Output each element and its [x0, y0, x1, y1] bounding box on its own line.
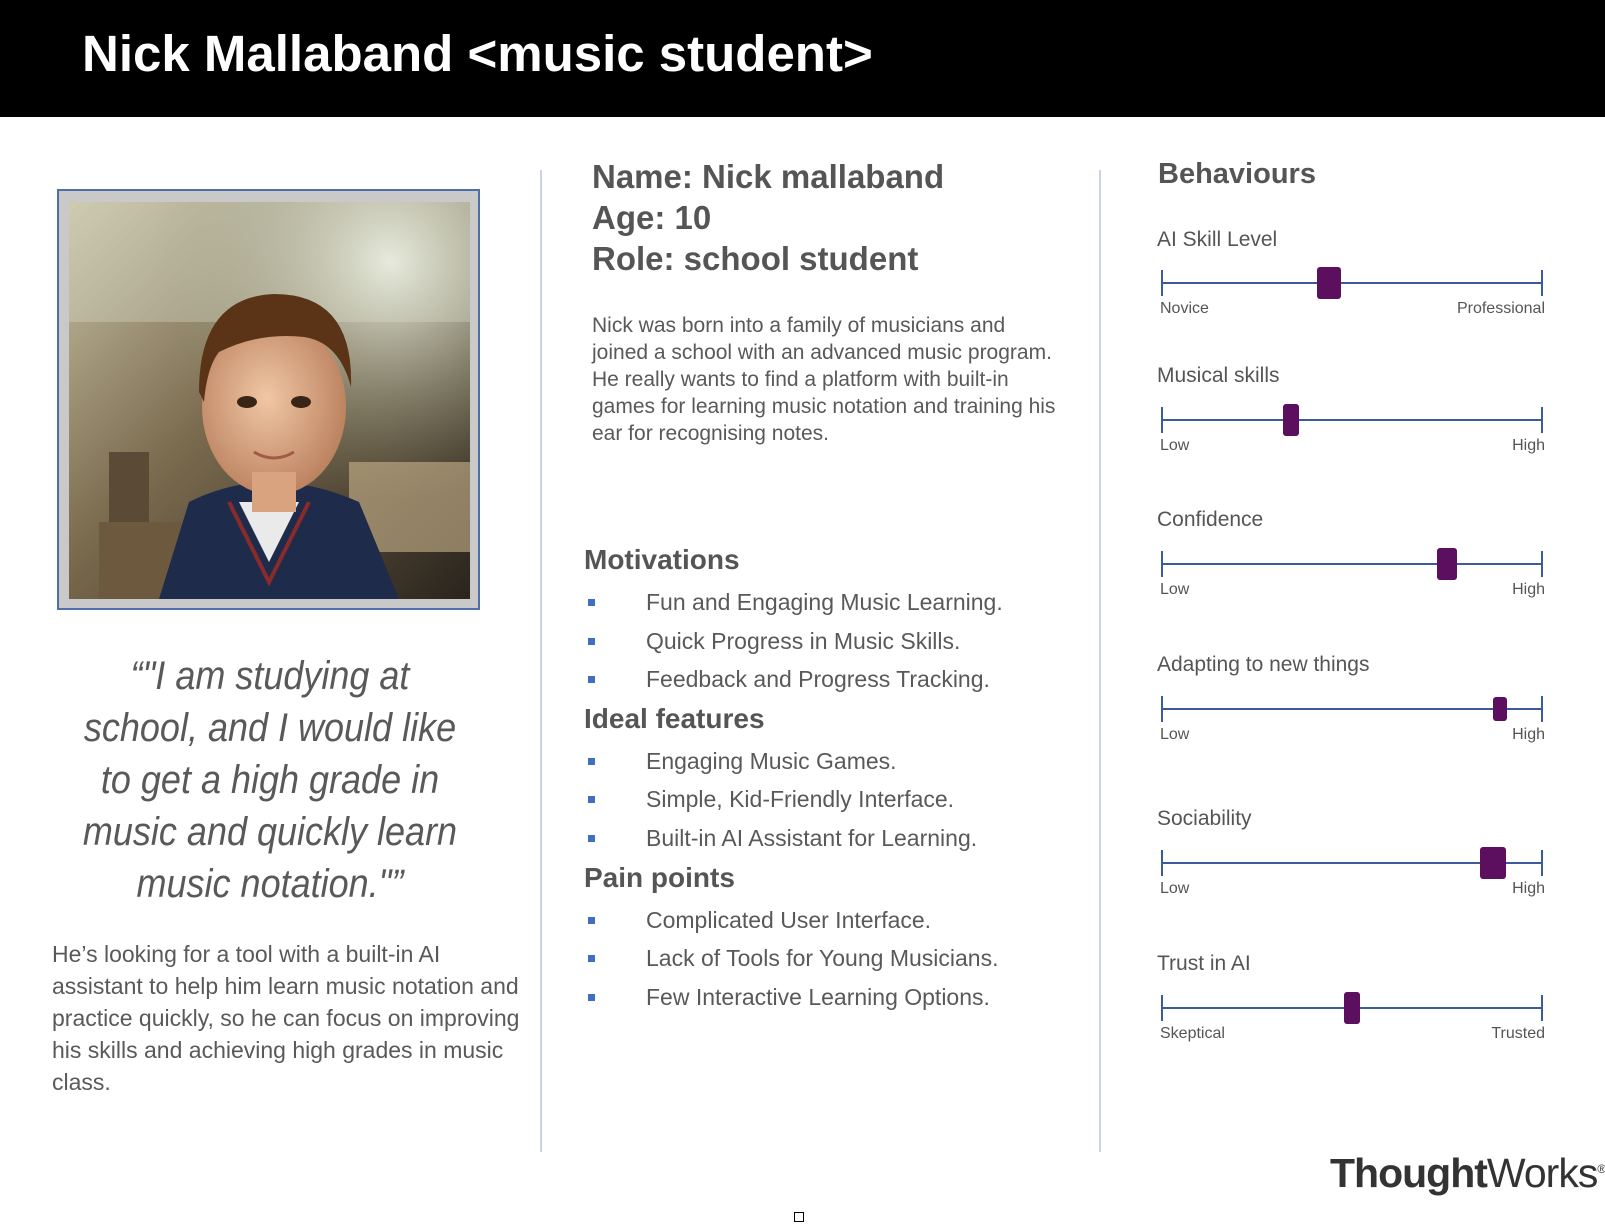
slider-label: AI Skill Level [1157, 228, 1278, 251]
header-bar: Nick Mallaband <music student> [0, 0, 1605, 117]
column-divider-left [540, 170, 542, 1152]
thoughtworks-logo: ThoughtWorks® [1330, 1150, 1605, 1196]
slider-track [1162, 282, 1542, 284]
slider-min-tick [1161, 407, 1163, 433]
slider-track [1162, 708, 1542, 710]
slider-ai-skill-level: AI Skill Level Novice Professional [1157, 228, 1549, 318]
slider-thumb [1479, 847, 1506, 879]
slider-min-label: Skeptical [1160, 1025, 1225, 1042]
slider-label: Musical skills [1157, 364, 1280, 387]
slider-thumb [1493, 697, 1508, 721]
slider-min-label: Low [1160, 437, 1190, 454]
bullet-icon [588, 758, 595, 765]
slider-min-tick [1161, 270, 1163, 296]
slider-confidence: Confidence Low High [1157, 508, 1549, 598]
slider-min-label: Low [1160, 726, 1190, 743]
slider-max-tick [1541, 995, 1543, 1021]
slider-label: Confidence [1157, 508, 1264, 531]
boy-portrait-icon [69, 202, 470, 599]
column-divider-right [1099, 170, 1101, 1152]
slider-max-tick [1541, 551, 1543, 577]
behaviours-heading: Behaviours [1158, 158, 1316, 190]
bullet-icon [588, 676, 595, 683]
slider-trust-in-ai: Trust in AI Skeptical Trusted [1157, 952, 1549, 1042]
slider-thumb [1344, 992, 1360, 1024]
slider-max-label: Professional [1456, 300, 1545, 317]
persona-name: Name: Nick mallaband [592, 158, 945, 195]
slider-musical-skills: Musical skills Low High [1157, 364, 1549, 454]
persona-info: Name: Nick mallaband Age: 10 Role: schoo… [592, 156, 944, 279]
persona-age: Age: 10 [592, 199, 712, 236]
bullet-icon [588, 638, 595, 645]
slider-max-label: High [1512, 726, 1545, 743]
bullet-icon [588, 599, 595, 606]
slider-max-label: High [1512, 880, 1545, 897]
slider-min-label: Novice [1160, 300, 1209, 317]
bullet-icon [588, 796, 595, 803]
slider-min-tick [1161, 696, 1163, 722]
slider-min-label: Low [1160, 581, 1190, 598]
slider-min-tick [1161, 995, 1163, 1021]
slider-min-label: Low [1160, 880, 1190, 897]
slider-label: Sociability [1157, 807, 1252, 830]
slider-max-label: High [1512, 437, 1545, 454]
bullet-icon [588, 994, 595, 1001]
slider-track [1162, 419, 1542, 421]
slider-max-tick [1541, 407, 1543, 433]
persona-bio: Nick was born into a family of musicians… [592, 314, 1056, 445]
motivations-heading: Motivations [584, 544, 740, 575]
slider-thumb [1317, 267, 1342, 299]
slider-adapting-to-new-things: Adapting to new things Low High [1157, 653, 1549, 743]
bullet-icon [588, 955, 595, 962]
slider-max-tick [1541, 270, 1543, 296]
slider-label: Trust in AI [1157, 952, 1251, 975]
page-title: Nick Mallaband <music student> [82, 25, 873, 82]
ideal-features-heading: Ideal features [584, 703, 765, 734]
slider-max-tick [1541, 850, 1543, 876]
slider-thumb [1283, 404, 1300, 436]
slider-track [1162, 563, 1542, 565]
persona-summary: He’s looking for a tool with a built-in … [52, 941, 520, 1095]
slider-sociability: Sociability Low High [1157, 807, 1549, 897]
bullet-icon [588, 835, 595, 842]
pain-points-heading: Pain points [584, 862, 735, 893]
slider-thumb [1437, 548, 1457, 580]
slider-max-label: Trusted [1491, 1025, 1545, 1042]
slider-min-tick [1161, 850, 1163, 876]
slider-label: Adapting to new things [1157, 653, 1370, 676]
checkbox-icon [794, 1212, 804, 1222]
persona-role: Role: school student [592, 240, 919, 277]
bullet-icon [588, 917, 595, 924]
slider-max-tick [1541, 696, 1543, 722]
slider-min-tick [1161, 551, 1163, 577]
slider-max-label: High [1512, 581, 1545, 598]
persona-quote: “"I am studying at school, and I would l… [82, 654, 458, 906]
photo-frame [57, 189, 480, 610]
